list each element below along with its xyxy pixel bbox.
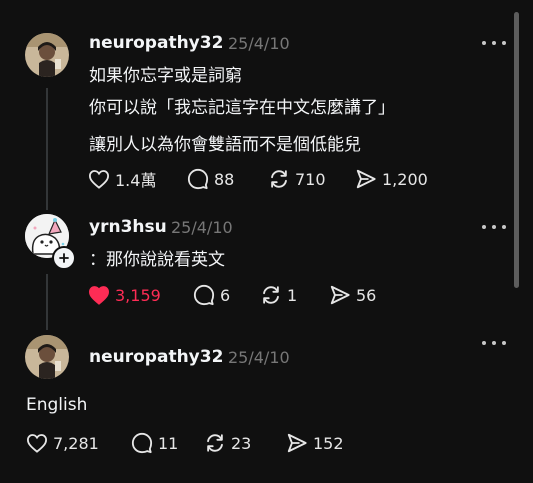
comment-button[interactable]: 88 bbox=[187, 167, 234, 191]
repost-button[interactable]: 710 bbox=[268, 167, 326, 191]
like-button[interactable]: 3,159 bbox=[88, 283, 161, 307]
post-date: 25/4/10 bbox=[171, 218, 233, 237]
username[interactable]: neuropathy32 bbox=[89, 33, 223, 53]
comment-icon bbox=[131, 432, 153, 454]
like-count: 7,281 bbox=[53, 433, 99, 453]
post-text-line: ：那你說說看英文 bbox=[89, 250, 225, 270]
thread-line bbox=[46, 88, 48, 210]
more-icon[interactable] bbox=[482, 40, 506, 46]
repost-count: 710 bbox=[295, 169, 326, 189]
heart-icon bbox=[88, 170, 110, 189]
like-button[interactable]: 7,281 bbox=[26, 431, 99, 455]
repost-icon bbox=[207, 434, 223, 452]
repost-icon bbox=[271, 170, 287, 188]
repost-icon bbox=[263, 286, 279, 304]
share-count: 56 bbox=[356, 285, 377, 305]
comment-count: 6 bbox=[220, 285, 231, 305]
repost-button[interactable]: 1 bbox=[260, 283, 297, 307]
post-text-line: 讓別人以為你會雙語而不是個低能兒 bbox=[89, 135, 361, 155]
post-date: 25/4/10 bbox=[228, 348, 290, 367]
like-button[interactable]: 1.4萬 bbox=[88, 167, 156, 191]
comment-icon bbox=[193, 284, 215, 306]
comment-icon bbox=[187, 168, 209, 190]
share-button[interactable]: 152 bbox=[286, 431, 344, 455]
post-date: 25/4/10 bbox=[228, 34, 290, 53]
comment-count: 88 bbox=[214, 169, 235, 189]
share-button[interactable]: 56 bbox=[329, 283, 376, 307]
username[interactable]: yrn3hsu bbox=[89, 217, 167, 237]
scrollbar[interactable] bbox=[514, 12, 519, 288]
share-icon bbox=[287, 433, 307, 453]
avatar-neuropathy32[interactable] bbox=[25, 335, 69, 379]
post-text-line: 你可以說「我忘記這字在中文怎麼講了」 bbox=[89, 98, 395, 118]
share-count: 1,200 bbox=[382, 169, 428, 189]
username[interactable]: neuropathy32 bbox=[89, 347, 223, 367]
post-text-line: English bbox=[26, 395, 88, 415]
repost-count: 23 bbox=[231, 433, 252, 453]
share-icon bbox=[330, 285, 350, 305]
heart-icon bbox=[26, 434, 48, 453]
comment-button[interactable]: 6 bbox=[193, 283, 230, 307]
repost-button[interactable]: 23 bbox=[204, 431, 251, 455]
plus-icon bbox=[59, 253, 69, 263]
follow-button[interactable] bbox=[52, 246, 76, 270]
repost-count: 1 bbox=[287, 285, 298, 305]
share-button[interactable]: 1,200 bbox=[355, 167, 428, 191]
avatar-neuropathy32[interactable] bbox=[25, 33, 69, 77]
more-icon[interactable] bbox=[482, 224, 506, 230]
comment-button[interactable]: 11 bbox=[131, 431, 178, 455]
share-icon bbox=[356, 169, 376, 189]
like-count: 3,159 bbox=[115, 285, 161, 305]
like-count: 1.4萬 bbox=[115, 171, 157, 190]
more-icon[interactable] bbox=[482, 340, 506, 346]
share-count: 152 bbox=[313, 433, 344, 453]
thread-line bbox=[46, 274, 48, 330]
post-text-line: 如果你忘字或是詞窮 bbox=[89, 66, 242, 86]
heart-icon bbox=[88, 286, 110, 305]
comment-count: 11 bbox=[158, 433, 179, 453]
